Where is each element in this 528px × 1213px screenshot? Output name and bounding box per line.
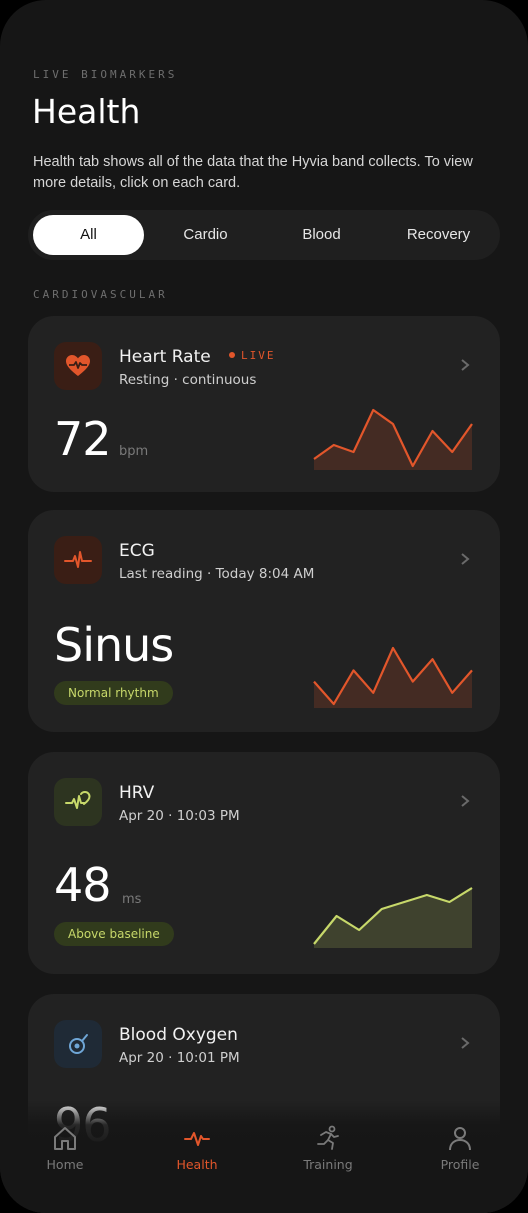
page-description: Health tab shows all of the data that th… (33, 154, 473, 191)
nav-health[interactable]: Health (152, 1125, 242, 1172)
nav-training[interactable]: Training (283, 1125, 373, 1172)
heart-rate-unit: bpm (119, 444, 149, 459)
ecg-value: Sinus (54, 618, 174, 672)
hrv-status-badge: Above baseline (54, 922, 174, 946)
section-label: CARDIOVASCULAR (33, 288, 168, 301)
live-badge: LIVE (241, 349, 276, 362)
tab-blood[interactable]: Blood (266, 215, 377, 255)
nav-profile-label: Profile (440, 1157, 480, 1172)
live-dot (229, 352, 235, 358)
hrv-title: HRV (119, 783, 155, 803)
ecg-card[interactable]: ECG Last reading · Today 8:04 AM Sinus N… (28, 510, 500, 732)
hrv-heart-icon (54, 778, 102, 826)
profile-icon (449, 1127, 471, 1151)
ecg-subtitle: Last reading · Today 8:04 AM (119, 566, 315, 582)
blood-oxygen-title: Blood Oxygen (119, 1025, 238, 1045)
blood-drop-icon (54, 1020, 102, 1068)
filter-tabs: All Cardio Blood Recovery (28, 210, 500, 260)
heart-rate-title: Heart Rate (119, 347, 211, 367)
hrv-unit: ms (122, 892, 142, 907)
tab-cardio[interactable]: Cardio (150, 215, 261, 255)
nav-profile[interactable]: Profile (415, 1125, 505, 1172)
trend-area (314, 410, 472, 470)
running-icon (317, 1125, 339, 1150)
page-title: Health (32, 92, 141, 131)
ecg-title: ECG (119, 541, 155, 561)
heart-rate-value: 72 (54, 412, 112, 466)
pulse-icon (184, 1132, 210, 1146)
hrv-card[interactable]: HRV Apr 20 · 10:03 PM 48 ms Above baseli… (28, 752, 500, 974)
blood-oxygen-subtitle: Apr 20 · 10:01 PM (119, 1050, 240, 1066)
hrv-subtitle: Apr 20 · 10:03 PM (119, 808, 240, 824)
trend-area (314, 888, 472, 948)
nav-training-label: Training (303, 1157, 353, 1172)
page-kicker: LIVE BIOMARKERS (33, 68, 178, 81)
ecg-status-badge: Normal rhythm (54, 681, 173, 705)
tab-recovery[interactable]: Recovery (382, 215, 495, 255)
phone-screen: LIVE BIOMARKERS Health Health tab shows … (0, 0, 528, 1213)
nav-health-label: Health (176, 1157, 218, 1172)
chevron-right-icon (461, 795, 470, 807)
hrv-value: 48 (54, 858, 112, 912)
heart-pulse-icon (54, 342, 102, 390)
hrv-trend-chart (313, 887, 473, 948)
bottom-navigation: Home Health Training Profile (0, 1100, 528, 1213)
heart-rate-trend-chart (313, 408, 473, 470)
home-icon (54, 1127, 76, 1150)
nav-home-label: Home (46, 1157, 84, 1172)
nav-home[interactable]: Home (20, 1125, 110, 1172)
chevron-right-icon (461, 359, 470, 371)
heart-rate-card[interactable]: Heart Rate LIVE Resting · continuous 72 … (28, 316, 500, 492)
heart-rate-subtitle: Resting · continuous (119, 372, 257, 388)
tab-all[interactable]: All (33, 215, 144, 255)
ecg-icon (54, 536, 102, 584)
chevron-right-icon (461, 553, 470, 565)
ecg-trend-chart (313, 646, 473, 708)
chevron-right-icon (461, 1037, 470, 1049)
